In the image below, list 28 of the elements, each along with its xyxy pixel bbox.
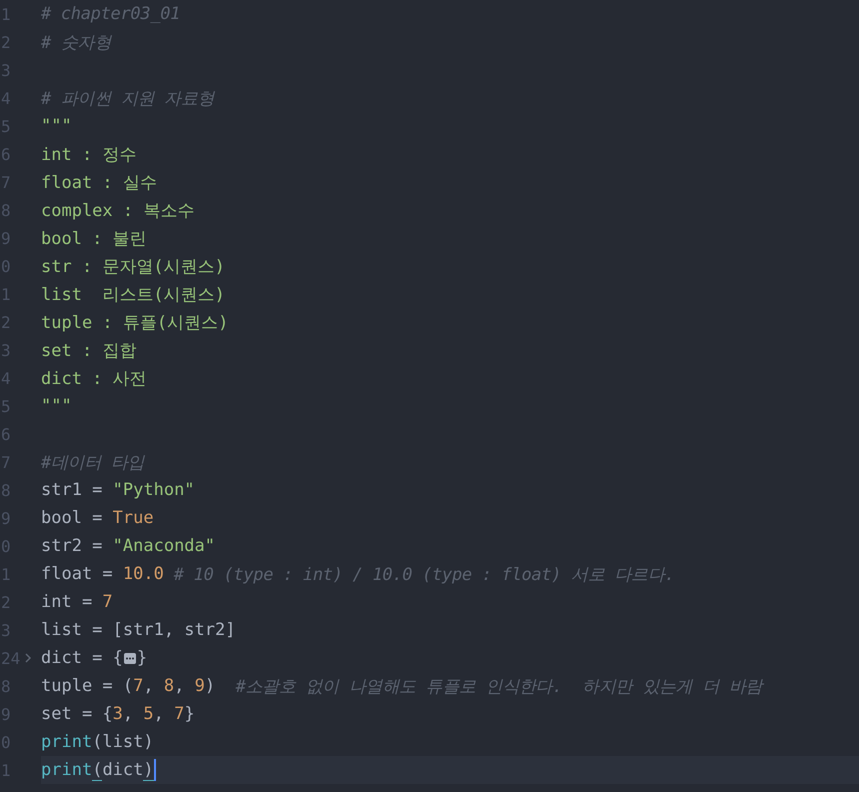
code-line: dict : 사전 (41, 368, 148, 390)
code-line: tuple : 튜플(시퀀스) (41, 312, 230, 334)
code-line: """ (41, 395, 73, 418)
code-line: str2 = "Anaconda" (41, 535, 216, 558)
code-line: print(list) (41, 731, 155, 754)
chevron-icon[interactable] (24, 653, 32, 663)
code-line: """ (41, 115, 73, 138)
code-line: dict = { } (41, 647, 148, 670)
code-line: complex : 복소수 (41, 200, 196, 222)
code-line: bool : 불린 (41, 228, 148, 250)
code-line: tuple = (7, 8, 9) #소괄호 없이 나열해도 튜플로 인식한다. 하지만 있는게 더 바람 (41, 675, 766, 698)
code-line: # 숫자형 (41, 32, 113, 54)
code-line: int = 7 (41, 591, 114, 614)
ellipsis-icon[interactable] (124, 652, 136, 664)
code-line: float : 실수 (41, 172, 158, 194)
code-line: str1 = "Python" (41, 479, 196, 502)
code-line: list = [str1, str2] (41, 619, 236, 642)
code-line: float = 10.0 # 10 (type : int) / 10.0 (type : float) 서로 다르다. (41, 563, 676, 586)
code-line: str : 문자열(시퀀스) (41, 256, 226, 278)
code-line: set = {3, 5, 7} (41, 703, 196, 726)
code-line: # 파이썬 지원 자료형 (41, 88, 216, 110)
code-line: int : 정수 (41, 144, 138, 166)
code-line: #데이터 타입 (41, 452, 146, 474)
code-line: list 리스트(시퀀스) (41, 284, 226, 306)
text-cursor (154, 759, 156, 781)
code-line: set : 집합 (41, 340, 138, 362)
code-line: bool = True (41, 507, 155, 530)
code-line: # chapter03_01 (41, 3, 182, 26)
